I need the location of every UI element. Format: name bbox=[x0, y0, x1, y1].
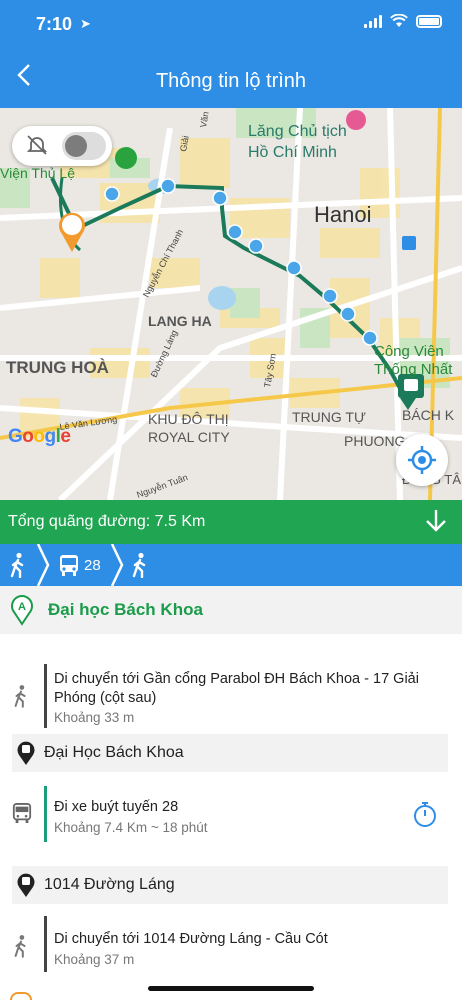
walk-icon bbox=[14, 685, 26, 708]
status-icons bbox=[364, 14, 442, 28]
start-point-row[interactable]: A Đại học Bách Khoa bbox=[0, 586, 462, 634]
map-label-royal-city: ROYAL CITY bbox=[148, 429, 230, 445]
map-label-vien: Viện Thủ Lệ bbox=[0, 165, 75, 181]
end-marker-icon bbox=[10, 992, 32, 1000]
bus-stop-pin-icon bbox=[17, 873, 35, 897]
map-label-trung-tu: TRUNG TỰ bbox=[292, 409, 366, 425]
step-walk-2-title: Di chuyển tới 1014 Đường Láng - Cầu Cót bbox=[54, 931, 328, 947]
nav-bar: Thông tin lộ trình bbox=[0, 50, 462, 108]
route-steps-bar: 28 bbox=[0, 544, 462, 586]
map-label-cong-vien: Công Viên bbox=[374, 343, 444, 360]
bell-off-icon bbox=[26, 135, 48, 155]
step-bus-title: Đi xe buýt tuyến 28 bbox=[54, 799, 179, 815]
chevron-separator-icon bbox=[36, 544, 50, 586]
bus-icon bbox=[60, 555, 78, 576]
map-label-bach-k: BÁCH K bbox=[402, 407, 455, 423]
signal-icon bbox=[364, 14, 382, 28]
map-label-thong-nhat: Thống Nhất bbox=[374, 361, 453, 378]
sound-switch[interactable] bbox=[62, 132, 106, 160]
crosshair-icon bbox=[408, 446, 436, 474]
walk-icon bbox=[132, 552, 146, 578]
bus-icon bbox=[12, 803, 32, 823]
step-item-bus[interactable]: Đi xe buýt tuyến 28 Khoảng 7.4 Km ~ 18 p… bbox=[0, 782, 462, 846]
step-item-walk-2[interactable]: Di chuyển tới 1014 Đường Láng - Cầu Cót … bbox=[0, 916, 462, 976]
bus-number: 28 bbox=[84, 556, 101, 574]
stop-row-2[interactable]: 1014 Đường Láng bbox=[12, 866, 448, 904]
walk-line bbox=[44, 664, 47, 728]
distance-bar[interactable]: Tổng quãng đường: 7.5 Km bbox=[0, 500, 462, 544]
status-bar: 7:10 ➤ bbox=[0, 0, 462, 50]
wifi-icon bbox=[390, 14, 408, 27]
map-label-hanoi: Hanoi bbox=[314, 202, 371, 227]
sound-toggle[interactable] bbox=[12, 126, 112, 166]
stopwatch-icon[interactable] bbox=[412, 800, 438, 828]
walk-icon bbox=[14, 935, 26, 958]
walk-icon bbox=[10, 552, 24, 578]
walk-line bbox=[44, 916, 47, 972]
total-distance: Tổng quãng đường: 7.5 Km bbox=[8, 513, 206, 530]
svg-text:A: A bbox=[18, 601, 26, 613]
step-walk-1-title: Di chuyển tới Gần cổng Parabol ĐH Bách K… bbox=[54, 671, 419, 706]
step-item-walk-1[interactable]: Di chuyển tới Gần cổng Parabol ĐH Bách K… bbox=[0, 658, 462, 730]
stop-2-name: 1014 Đường Láng bbox=[44, 876, 175, 893]
start-point-name: Đại học Bách Khoa bbox=[48, 600, 203, 619]
map-label-lang-ha: LANG HA bbox=[148, 313, 212, 329]
step-walk-1-sub: Khoảng 33 m bbox=[54, 710, 135, 725]
step-walk-2-sub: Khoảng 37 m bbox=[54, 952, 135, 967]
stop-1-name: Đại Học Bách Khoa bbox=[44, 744, 184, 761]
step-walk-2[interactable] bbox=[130, 544, 150, 586]
arrow-down-icon[interactable] bbox=[424, 508, 448, 534]
battery-icon bbox=[416, 14, 442, 28]
status-time: 7:10 bbox=[36, 14, 73, 34]
map-label-mausoleum: Lăng Chủ tịch bbox=[248, 123, 347, 140]
map-label-mausoleum-2: Hồ Chí Minh bbox=[248, 144, 337, 161]
start-marker-icon: A bbox=[11, 595, 33, 626]
bus-stop-pin-icon bbox=[17, 741, 35, 765]
google-logo: Google bbox=[8, 426, 71, 447]
page-title: Thông tin lộ trình bbox=[155, 70, 307, 92]
step-bus-sub: Khoảng 7.4 Km ~ 18 phút bbox=[54, 820, 208, 835]
map-label-khu-do-thi: KHU ĐÔ THỊ bbox=[148, 411, 229, 427]
stop-row-1[interactable]: Đại Học Bách Khoa bbox=[12, 734, 448, 772]
step-bus[interactable]: 28 bbox=[58, 544, 101, 586]
map-label-trung-hoa: TRUNG HOÀ bbox=[6, 358, 109, 377]
home-indicator bbox=[148, 986, 314, 991]
chevron-separator-icon bbox=[110, 544, 124, 586]
location-arrow-icon: ➤ bbox=[80, 16, 91, 31]
bus-line bbox=[44, 786, 47, 842]
my-location-button[interactable] bbox=[396, 434, 448, 486]
step-walk-1[interactable] bbox=[8, 544, 28, 586]
